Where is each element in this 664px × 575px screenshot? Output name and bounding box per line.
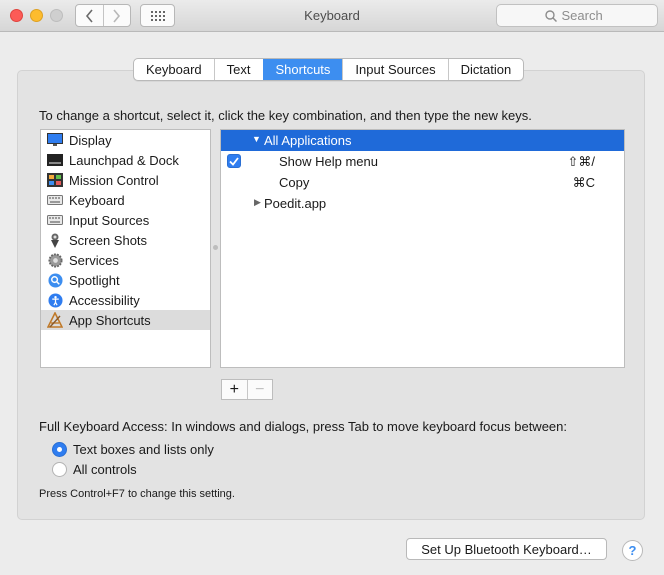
category-item-spotlight[interactable]: Spotlight — [41, 270, 210, 290]
shortcut-row[interactable]: Copy ⌘C — [221, 172, 624, 193]
category-item-keyboard[interactable]: Keyboard — [41, 190, 210, 210]
category-label: Input Sources — [69, 212, 150, 228]
shortcut-group-all-applications[interactable]: ▼ All Applications — [221, 130, 624, 151]
radio-all-controls[interactable]: All controls — [52, 462, 137, 477]
category-label: Services — [69, 252, 119, 268]
chevron-right-icon — [113, 8, 121, 23]
minimize-window-button[interactable] — [30, 9, 43, 22]
category-label: App Shortcuts — [69, 312, 151, 328]
search-input[interactable] — [561, 8, 610, 23]
show-all-button[interactable] — [140, 4, 175, 27]
category-item-input-sources[interactable]: Input Sources — [41, 210, 210, 230]
shortcut-row[interactable]: Show Help menu ⇧⌘/ — [221, 151, 624, 172]
display-icon — [47, 132, 63, 148]
forward-button[interactable] — [102, 5, 131, 26]
grid-icon — [150, 10, 165, 21]
navigation-buttons — [75, 4, 131, 27]
tab-dictation[interactable]: Dictation — [447, 59, 524, 80]
search-field[interactable] — [496, 4, 658, 27]
category-label: Display — [69, 132, 112, 148]
mission-control-icon — [47, 172, 63, 188]
add-shortcut-button[interactable]: + — [222, 380, 247, 399]
category-item-display[interactable]: Display — [41, 130, 210, 150]
group-label: All Applications — [264, 133, 352, 148]
category-label: Screen Shots — [69, 232, 148, 248]
shortcut-group-poedit[interactable]: ▶ Poedit.app — [221, 193, 624, 214]
accessibility-icon — [47, 292, 63, 308]
instruction-text: To change a shortcut, select it, click t… — [39, 108, 532, 123]
group-label: Poedit.app — [264, 196, 327, 211]
tab-shortcuts[interactable]: Shortcuts — [262, 59, 343, 80]
radio-button-selected[interactable] — [52, 442, 67, 457]
help-button[interactable]: ? — [622, 540, 643, 561]
tab-input-sources[interactable]: Input Sources — [342, 59, 447, 80]
app-shortcuts-icon — [47, 312, 63, 328]
tab-text[interactable]: Text — [213, 59, 263, 80]
split-view-divider[interactable] — [213, 245, 218, 250]
radio-label: Text boxes and lists only — [73, 442, 214, 457]
category-item-launchpad-dock[interactable]: Launchpad & Dock — [41, 150, 210, 170]
keyboard-access-hint: Press Control+F7 to change this setting. — [39, 488, 235, 500]
setup-bluetooth-keyboard-button[interactable]: Set Up Bluetooth Keyboard… — [406, 538, 607, 560]
chevron-left-icon — [85, 8, 93, 23]
shortcut-keys[interactable]: ⇧⌘/ — [567, 154, 595, 170]
shortcut-keys[interactable]: ⌘C — [573, 175, 595, 191]
tab-bar: Keyboard Text Shortcuts Input Sources Di… — [133, 58, 525, 81]
category-label: Spotlight — [69, 272, 120, 288]
checkmark-icon — [229, 156, 239, 166]
radio-label: All controls — [73, 462, 137, 477]
category-label: Launchpad & Dock — [69, 152, 179, 168]
keyboard-icon — [47, 192, 63, 208]
help-icon: ? — [628, 543, 637, 558]
shortcut-category-list[interactable]: Display Launchpad & Dock Mission Control… — [40, 129, 211, 368]
shortcut-label: Show Help menu — [279, 154, 378, 169]
category-label: Mission Control — [69, 172, 159, 188]
category-label: Keyboard — [69, 192, 125, 208]
category-item-services[interactable]: Services — [41, 250, 210, 270]
disclosure-triangle-collapsed-icon[interactable]: ▶ — [254, 197, 261, 208]
category-item-accessibility[interactable]: Accessibility — [41, 290, 210, 310]
screenshot-icon — [47, 232, 63, 248]
radio-button[interactable] — [52, 462, 67, 477]
close-window-button[interactable] — [10, 9, 23, 22]
add-remove-control: + − — [221, 379, 273, 400]
search-icon — [544, 9, 557, 22]
category-item-screen-shots[interactable]: Screen Shots — [41, 230, 210, 250]
shortcut-label: Copy — [279, 175, 310, 190]
back-button[interactable] — [76, 5, 103, 26]
gear-icon — [47, 252, 63, 268]
category-label: Accessibility — [69, 292, 140, 308]
radio-text-boxes-lists[interactable]: Text boxes and lists only — [52, 442, 214, 457]
keyboard-preferences-window: Keyboard Keyboard Text Shortcuts Input S… — [0, 0, 664, 575]
launchpad-icon — [47, 152, 63, 168]
full-keyboard-access-label: Full Keyboard Access: In windows and dia… — [39, 419, 567, 434]
category-item-app-shortcuts[interactable]: App Shortcuts — [41, 310, 210, 330]
spotlight-icon — [47, 272, 63, 288]
disclosure-triangle-expanded-icon[interactable]: ▼ — [252, 134, 261, 144]
shortcut-enabled-checkbox[interactable] — [227, 154, 241, 168]
shortcuts-outline-view[interactable]: ▼ All Applications Show Help menu ⇧⌘/ Co… — [220, 129, 625, 368]
keyboard-icon — [47, 212, 63, 228]
category-item-mission-control[interactable]: Mission Control — [41, 170, 210, 190]
remove-shortcut-button[interactable]: − — [246, 380, 273, 399]
tab-keyboard[interactable]: Keyboard — [134, 59, 214, 80]
title-bar: Keyboard — [0, 0, 664, 32]
zoom-window-button[interactable] — [50, 9, 63, 22]
